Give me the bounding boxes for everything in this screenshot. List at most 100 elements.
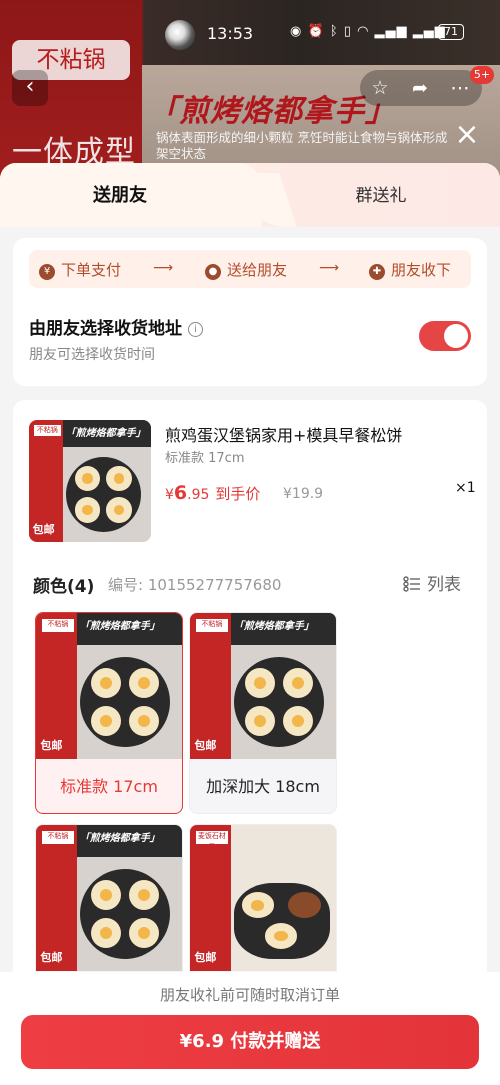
address-option-title-text: 由朋友选择收货地址 <box>29 319 182 339</box>
toggle-knob <box>444 324 468 348</box>
vibrate-icon: ▯ <box>343 24 352 39</box>
yolk <box>137 888 151 902</box>
gift-flow-card: ¥ 下单支付 ⟶ ● 送给朋友 ⟶ ✚ 朋友收下 由朋友选择收货地址 i 朋友可选择收货… <box>13 238 487 386</box>
egg-image <box>128 917 160 949</box>
egg-image <box>106 465 133 492</box>
address-option-subtitle: 朋友可选择收货时间 <box>29 347 155 363</box>
egg-image <box>282 667 314 699</box>
egg-image <box>90 917 122 949</box>
egg-image <box>106 497 133 524</box>
gift-steps: ¥ 下单支付 ⟶ ● 送给朋友 ⟶ ✚ 朋友收下 <box>29 250 471 288</box>
egg-image <box>282 705 314 737</box>
product-name: 煎鸡蛋汉堡锅家用+模具早餐松饼 <box>165 426 403 445</box>
step-send: ● 送给朋友 <box>205 259 287 280</box>
price-symbol: ¥ <box>165 487 174 503</box>
tab-group-gift[interactable]: 群送礼 <box>262 163 500 227</box>
product-spec: 标准款 17cm <box>165 451 245 466</box>
status-icons: ◉ ⏰ ᛒ ▯ ◠ ▂▄▆ ▂▄▆ <box>290 24 446 39</box>
color-option-deep[interactable]: 不粘锅 「煎烤烙都拿手」 包邮 加深加大 18cm <box>189 612 337 814</box>
product-image-tag: 不粘锅 <box>33 424 61 436</box>
alarm-icon: ⏰ <box>307 24 325 39</box>
step-pay-label: 下单支付 <box>61 261 122 279</box>
color-option-image: 麦饭石材质 包邮 <box>190 825 336 971</box>
egg-image <box>128 667 160 699</box>
chat-icon: ● <box>205 264 221 280</box>
yolk <box>114 505 125 516</box>
yolk <box>99 888 113 902</box>
footer-bar: 朋友收礼前可随时取消订单 ¥6.9 付款并赠送 <box>0 972 500 1085</box>
product-image: 不粘锅 「煎烤烙都拿手」 包邮 <box>190 613 336 759</box>
color-option-label: 标准款 17cm <box>60 777 158 796</box>
product-image-title: 「煎烤烙都拿手」 <box>65 427 146 439</box>
product-image-foot: 包邮 <box>32 523 55 537</box>
share-icon[interactable]: ➦ <box>400 70 440 106</box>
notification-badge: 5+ <box>470 66 494 84</box>
list-view-label: 列表 <box>427 575 461 595</box>
product-image: 麦饭石材质 包邮 <box>190 825 336 971</box>
cancel-note: 朋友收礼前可随时取消订单 <box>159 986 340 1004</box>
color-option-4[interactable]: 麦饭石材质 包邮 <box>189 824 337 974</box>
egg-image <box>90 667 122 699</box>
egg-image <box>90 879 122 911</box>
yolk <box>99 676 113 690</box>
egg-image <box>74 497 101 524</box>
color-option-label: 加深加大 18cm <box>206 777 320 796</box>
background-title: 「煎烤烙都拿手」 <box>148 94 396 129</box>
product-image-foot: 包邮 <box>40 739 63 753</box>
color-option-3[interactable]: 不粘锅 「煎烤烙都拿手」 包邮 <box>35 824 183 974</box>
color-option-image: 不粘锅 「煎烤烙都拿手」 包邮 <box>190 613 336 759</box>
gift-sheet: 群送礼 送朋友 ¥ 下单支付 ⟶ ● 送给朋友 ⟶ ✚ 朋友收下 由朋友选择收货地址 i… <box>0 163 500 1085</box>
yolk <box>99 926 113 940</box>
egg-image <box>74 465 101 492</box>
egg-image <box>264 922 298 949</box>
product-image-foot: 包邮 <box>194 739 217 753</box>
product-thumbnail[interactable]: 不粘锅 「煎烤烙都拿手」 包邮 <box>29 420 151 542</box>
egg-image <box>241 892 275 919</box>
product-image: 不粘锅 「煎烤烙都拿手」 包邮 <box>36 825 182 971</box>
egg-image <box>90 705 122 737</box>
pan-image <box>79 656 171 748</box>
list-view-button[interactable]: 列表 <box>403 570 461 595</box>
product-image: 不粘锅 「煎烤烙都拿手」 包邮 <box>29 420 151 542</box>
yolk <box>251 900 265 911</box>
arrow-icon: ⟶ <box>319 260 340 276</box>
original-price: ¥19.9 <box>283 486 324 502</box>
yolk <box>253 676 267 690</box>
status-bar: 13:53 ◉ ⏰ ᛒ ▯ ◠ ▂▄▆ ▂▄▆ 71 <box>0 14 500 54</box>
pan-image <box>65 456 142 533</box>
product-price: ¥6.95 到手价 <box>165 482 260 504</box>
tab-send-friend-label: 送朋友 <box>93 185 147 206</box>
step-receive: ✚ 朋友收下 <box>369 259 451 280</box>
price-decimal: .95 <box>187 487 210 503</box>
color-option-image: 不粘锅 「煎烤烙都拿手」 包邮 <box>36 825 182 971</box>
star-icon[interactable]: ☆ <box>360 70 400 106</box>
product-image: 不粘锅 「煎烤烙都拿手」 包邮 <box>36 613 182 759</box>
product-image-tag: 麦饭石材质 <box>195 830 228 851</box>
product-code: 编号: 10155277757680 <box>108 576 282 594</box>
product-image-tag: 不粘锅 <box>195 618 228 632</box>
yolk <box>137 714 151 728</box>
step-receive-label: 朋友收下 <box>391 261 452 279</box>
info-icon[interactable]: i <box>188 322 203 337</box>
yen-icon: ¥ <box>39 264 55 280</box>
tab-bar: 群送礼 送朋友 <box>0 163 500 227</box>
address-toggle[interactable] <box>419 321 471 351</box>
color-section-title: 颜色(4) <box>33 577 95 597</box>
yolk <box>82 505 93 516</box>
signal-icon: ▂▄▆ <box>374 24 408 39</box>
egg-image <box>128 705 160 737</box>
avatar <box>165 20 195 50</box>
step-send-label: 送给朋友 <box>227 261 288 279</box>
pay-and-gift-button[interactable]: ¥6.9 付款并赠送 <box>21 1015 479 1069</box>
close-icon[interactable]: × <box>452 120 482 150</box>
egg-image <box>244 705 276 737</box>
yolk <box>114 473 125 484</box>
address-option-title: 由朋友选择收货地址 i <box>29 314 203 339</box>
color-option-standard[interactable]: 不粘锅 「煎烤烙都拿手」 包邮 标准款 17cm <box>35 612 183 814</box>
tab-send-friend[interactable]: 送朋友 <box>0 163 262 227</box>
tab-group-gift-label: 群送礼 <box>355 186 407 206</box>
back-icon[interactable]: ‹ <box>12 70 48 106</box>
yolk <box>137 676 151 690</box>
pan-image <box>79 868 171 960</box>
arrow-icon: ⟶ <box>153 260 174 276</box>
